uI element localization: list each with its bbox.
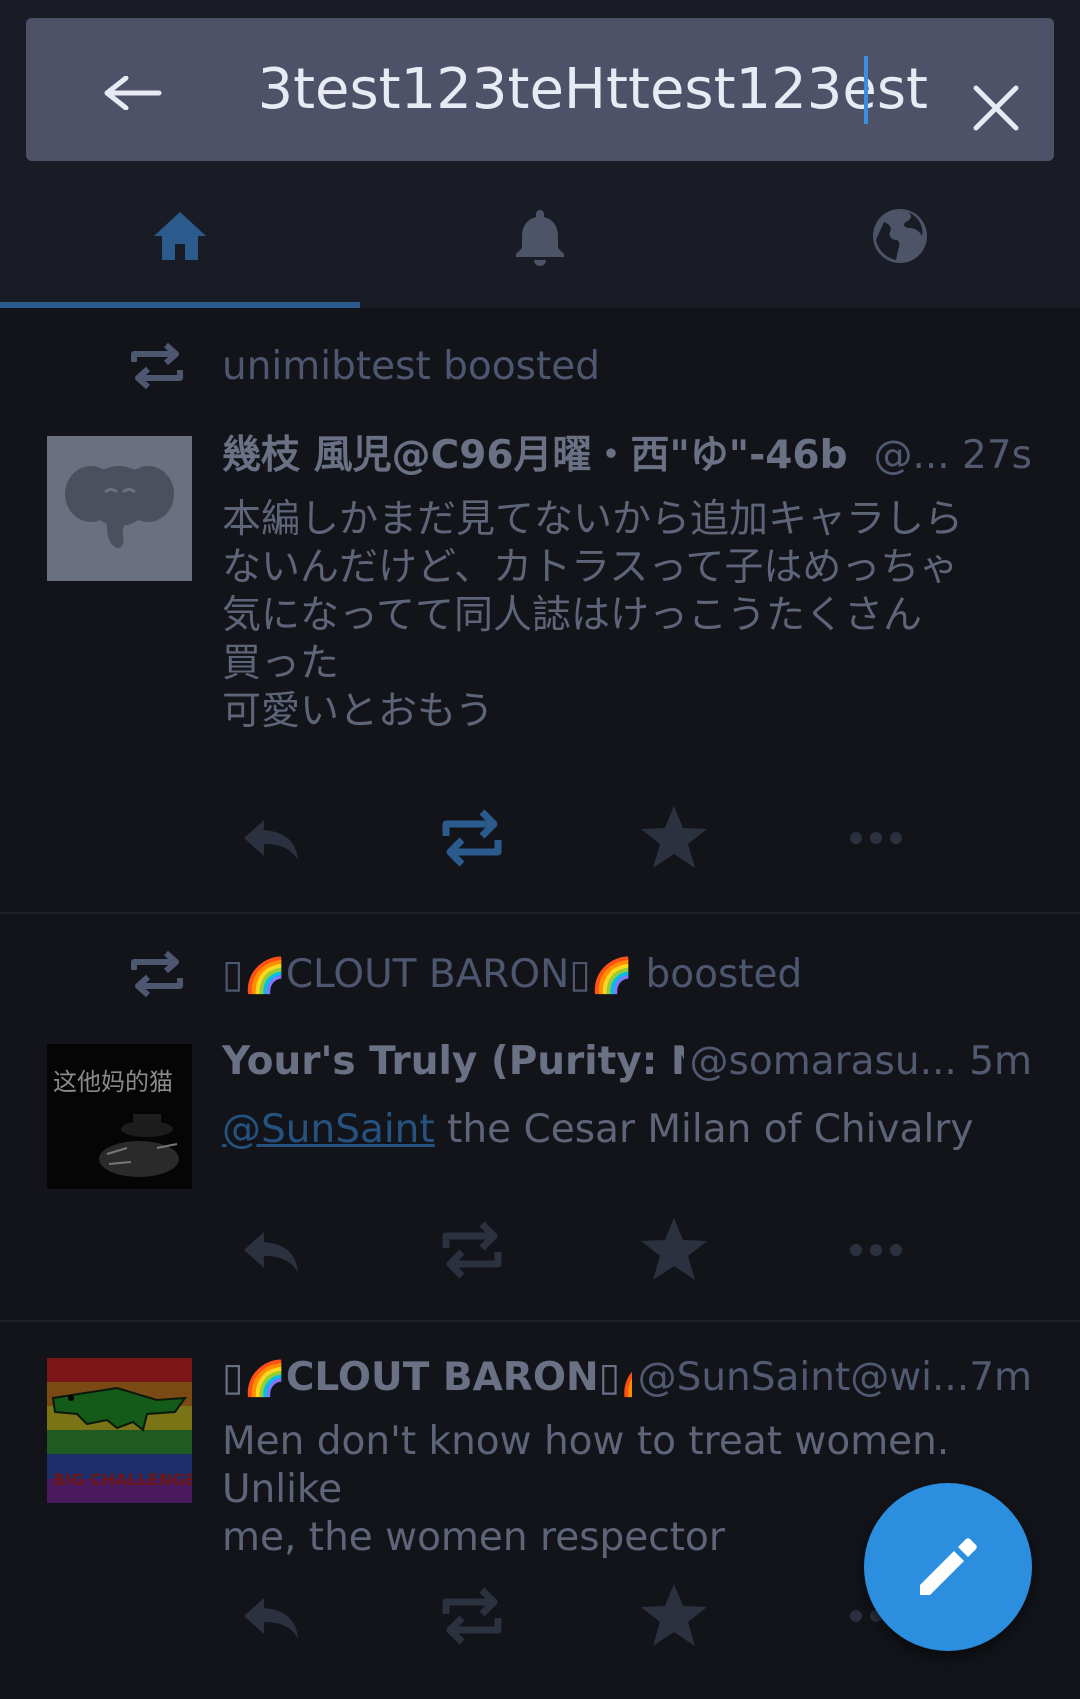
boosted-by-name[interactable]: CLOUT BARON [286,952,569,997]
boost-icon [131,950,183,998]
top-bar: test123test123test123teHttest123est [0,0,1080,308]
star-icon [641,1584,707,1646]
display-name[interactable]: 幾枝 風児@C96月曜・西"ゆ"-46b [222,433,848,478]
reply-icon [244,1232,298,1272]
compose-button[interactable] [864,1483,1032,1651]
post-header: 幾枝 風児@C96月曜・西"ゆ"-46b @... 27s [222,426,1032,486]
content-line: 可愛いとおもう [222,689,494,734]
content-line: ないんだけど、カトラスって子はめっちゃ [222,545,959,590]
boost-button[interactable] [432,798,512,878]
status-post[interactable]: unimibtest boosted 幾枝 風児@C96月曜・西"ゆ"-46b … [0,308,1080,912]
avatar-caption: BIG CHALLENGE [53,1470,192,1489]
more-button[interactable] [836,1210,916,1290]
reply-button[interactable] [230,798,310,878]
arrow-left-icon[interactable] [104,75,162,111]
search-input[interactable]: test123test123test123teHttest123est [262,48,928,132]
globe-icon [873,209,927,263]
reply-icon [244,820,298,860]
avatar[interactable] [47,436,192,581]
search-bar: test123test123test123teHttest123est [26,18,1054,161]
boosted-suffix: boosted [645,952,803,997]
rainbow-emoji-icon: 🌈 [243,1359,286,1399]
handle[interactable]: @SunSaint@wi... [638,1355,970,1400]
content-line: 本編しかまだ見てないから追加キャラしら [222,497,964,542]
display-name-text[interactable]: CLOUT BARON [286,1355,599,1400]
boosted-by-text: ▯🌈CLOUT BARON▯🌈 boosted [222,952,803,997]
post-content: 本編しかまだ見てないから追加キャラしら ないんだけど、カトラスって子はめっちゃ … [222,496,1042,736]
post-header: Your's Truly (Purity: NaN) @somarasu... … [222,1032,1032,1092]
reply-button[interactable] [230,1210,310,1290]
post-header: ▯🌈CLOUT BARON▯🌈 @SunSaint@wi...7m [222,1348,1032,1408]
elephant-icon [65,466,174,548]
cat-with-hat-icon [99,1114,179,1177]
display-name[interactable]: ▯🌈CLOUT BARON▯🌈 [222,1355,662,1400]
more-icon [850,832,902,844]
content-text: the Cesar Milan of Chivalry [434,1107,974,1152]
boost-icon [442,809,502,867]
boost-icon [131,342,183,390]
action-bar [0,1210,1080,1290]
handle[interactable]: @... [873,433,949,478]
post-meta: @... 27s [867,426,1032,486]
search-query-text[interactable]: test123test123test123teHttest123est [262,56,928,124]
reply-icon [244,1598,298,1638]
rainbow-emoji-icon: 🌈 [590,956,634,996]
timestamp: 7m [969,1355,1032,1400]
action-bar [0,798,1080,878]
tab-home[interactable] [0,170,360,308]
bell-icon [516,210,564,266]
content-line: 気になってて同人誌はけっこうたくさん [222,593,923,638]
star-icon [641,1218,707,1280]
favourite-button[interactable] [634,798,714,878]
post-content: @SunSaint the Cesar Milan of Chivalry [222,1104,1042,1156]
timestamp: 27s [962,433,1032,478]
handle[interactable]: @somarasu... [690,1039,957,1084]
post-meta: @SunSaint@wi...7m [631,1348,1032,1408]
boosted-by-text: unimibtest boosted [222,344,600,389]
avatar[interactable]: 这他妈的猫 [47,1044,192,1189]
close-icon[interactable] [973,85,1019,131]
tab-bar [0,170,1080,308]
home-icon [154,212,206,260]
boost-button[interactable] [432,1210,512,1290]
favourite-button[interactable] [634,1576,714,1656]
tab-public[interactable] [720,170,1080,308]
reply-button[interactable] [230,1576,310,1656]
post-meta: @somarasu... 5m [683,1032,1032,1092]
boost-header: unimibtest boosted [0,332,1080,402]
boost-header: ▯🌈CLOUT BARON▯🌈 boosted [0,940,1080,1010]
mention-link[interactable]: @SunSaint [222,1107,435,1152]
boost-icon [442,1587,502,1645]
content-line: 買った [222,641,340,686]
boost-icon [442,1221,502,1279]
favourite-button[interactable] [634,1210,714,1290]
status-post[interactable]: ▯🌈CLOUT BARON▯🌈 boosted 这他妈的猫 Your's Tru… [0,914,1080,1320]
timestamp: 5m [969,1039,1032,1084]
rainbow-emoji-icon: 🌈 [243,956,286,996]
more-button[interactable] [836,798,916,878]
text-caret [864,56,868,124]
star-icon [641,806,707,868]
pencil-icon [920,1538,977,1595]
more-icon [850,1244,902,1256]
boost-button[interactable] [432,1576,512,1656]
avatar[interactable]: BIG CHALLENGE [47,1358,192,1503]
tab-notifications[interactable] [360,170,720,308]
